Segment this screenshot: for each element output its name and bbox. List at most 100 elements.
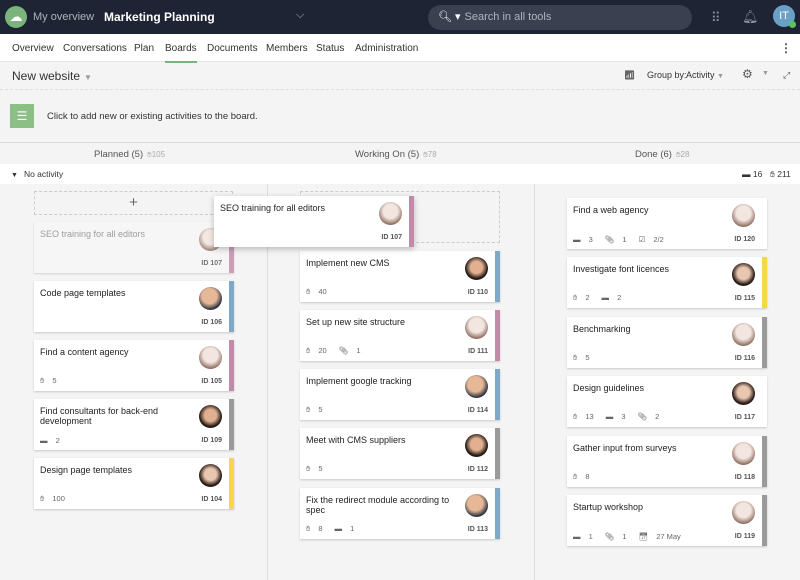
badge-value: 1 [622,235,627,244]
gear-icon[interactable]: ⚙ [742,67,753,81]
badge-value: 5 [318,405,323,414]
swimlane-toggle[interactable]: ▼ No activity [11,169,63,179]
tab-overview[interactable]: Overview [12,43,54,54]
assignee-avatar[interactable] [199,287,222,310]
card-id: ID 106 [201,319,222,326]
badge-value: 40 [318,287,327,296]
tab-administration[interactable]: Administration [355,43,418,54]
assignee-avatar[interactable] [465,375,488,398]
card-badges: ✋︎ 13 ▬ 3 📎︎ 2 [573,412,671,422]
badge-value: 20 [318,346,327,355]
board-card[interactable]: Find consultants for back-end developmen… [34,399,234,450]
app-logo-icon[interactable]: ☁ [5,6,27,28]
board-card[interactable]: Implement google tracking ID 114 ✋︎ 5 [300,369,500,420]
add-activity-icon[interactable]: ☰ [10,104,34,128]
badge-value: 2 [55,436,60,445]
search-input[interactable]: 🔍︎ ▾ Search in all tools [428,5,692,30]
board-card[interactable]: Investigate font licences ID 115 ✋︎ 2 ▬ 2 [567,257,767,308]
attachment-icon: 📎︎ [637,412,648,421]
tab-documents[interactable]: Documents [207,43,258,54]
card-badges: ✋︎ 40 [306,287,339,297]
card-id: ID 111 [468,348,488,355]
assignee-avatar[interactable] [465,434,488,457]
assignee-avatar[interactable] [732,323,755,346]
more-vertical-icon[interactable]: ⋮ [780,41,792,55]
card-badges: ✋︎ 5 [306,405,335,415]
my-overview-link[interactable]: My overview [33,11,94,23]
board-card[interactable]: Find a web agency ID 120 ▬ 3 📎︎ 1 ☑︎ 2/2 [567,198,767,249]
add-card-button[interactable]: + [34,191,233,215]
badge-value: 100 [52,494,65,503]
user-avatar[interactable]: IT [773,5,796,28]
card-title: Gather input from surveys [573,443,677,453]
card-title: Investigate font licences [573,264,670,274]
assignee-avatar[interactable] [379,202,402,225]
assignee-avatar[interactable] [732,442,755,465]
chart-icon[interactable]: 📶︎ [624,70,635,81]
badge-value: 2 [617,293,622,302]
tab-conversations[interactable]: Conversations [63,43,127,54]
board-card[interactable]: SEO training for all editors ID 107 [34,222,234,273]
assignee-avatar[interactable] [199,346,222,369]
like-icon: ✋︎ [306,346,311,355]
project-title[interactable]: Marketing Planning [104,10,215,24]
card-title: Design page templates [40,465,133,475]
board-card[interactable]: Set up new site structure ID 111 ✋︎ 20 📎︎ 1 [300,310,500,361]
assignee-avatar[interactable] [465,316,488,339]
comment-icon: ▬ [573,532,581,541]
board-card[interactable]: Fix the redirect module according to spe… [300,488,500,539]
board-card[interactable]: Gather input from surveys ID 118 ✋︎ 8 [567,436,767,487]
assignee-avatar[interactable] [199,464,222,487]
card-id: ID 107 [381,234,402,241]
project-chevron-down-icon[interactable]: ⌵ [296,9,304,22]
label-stripe [229,340,234,391]
comment-icon: ▬ [605,412,614,421]
assignee-avatar[interactable] [732,501,755,524]
board-card[interactable]: Meet with CMS suppliers ID 112 ✋︎ 5 [300,428,500,479]
tab-status[interactable]: Status [316,43,344,54]
label-stripe [762,257,767,308]
badge-value: 27 May [656,532,681,541]
caret-down-icon[interactable]: ▼ [762,70,769,77]
tab-plan[interactable]: Plan [134,43,154,54]
caret-down-icon: ▼ [84,73,92,82]
dragged-card[interactable]: SEO training for all editors ID 107 [214,196,414,247]
board-card[interactable]: Design page templates ID 104 ✋︎ 100 [34,458,234,509]
assignee-avatar[interactable] [465,257,488,280]
badge-value: 5 [52,376,57,385]
banner-text[interactable]: Click to add new or existing activities … [47,111,258,122]
board-card[interactable]: Benchmarking ID 116 ✋︎ 5 [567,317,767,368]
board-selector[interactable]: New website ▼ [12,69,92,83]
project-nav: Overview Conversations Plan Boards Docum… [0,34,800,63]
column-likes: 105 [151,150,166,159]
badge-attachment: 📎︎ 1 [605,235,633,244]
expand-icon[interactable]: ⤢ [783,70,790,81]
assignee-avatar[interactable] [199,405,222,428]
like-icon: ✋︎ [306,524,311,533]
badge-calendar: 📅︎ 27 May [639,532,687,541]
assignee-avatar[interactable] [465,494,488,517]
group-by-select[interactable]: Activity ▼ [686,70,724,80]
badge-like: ✋︎ 8 [573,472,596,481]
board-card[interactable]: Code page templates ID 106 [34,281,234,332]
board-card[interactable]: Design guidelines ID 117 ✋︎ 13 ▬ 3 📎︎ 2 [567,376,767,427]
card-id: ID 114 [467,407,488,414]
tab-boards[interactable]: Boards [165,43,197,63]
board-card[interactable]: Startup workshop ID 119 ▬ 1 📎︎ 1 📅︎ 27 May [567,495,767,546]
swimlane-header[interactable]: ▼ No activity ▬ 16 ✋︎ 211 [0,164,800,184]
notifications-bell-icon[interactable]: 🔔︎ [742,9,759,25]
apps-grid-icon[interactable]: ⠿ [711,10,721,26]
assignee-avatar[interactable] [732,382,755,405]
assignee-avatar[interactable] [732,204,755,227]
attachment-icon: 📎︎ [338,346,349,355]
attachment-icon: 📎︎ [604,235,615,244]
card-count: 16 [752,169,763,179]
assignee-avatar[interactable] [732,263,755,286]
card-id: ID 120 [734,236,755,243]
board-card[interactable]: Implement new CMS ID 110 ✋︎ 40 [300,251,500,302]
tab-members[interactable]: Members [266,43,308,54]
board-card[interactable]: Find a content agency ID 105 ✋︎ 5 [34,340,234,391]
group-by-label: Group by: [647,70,687,80]
online-status-icon [789,21,796,28]
label-stripe [762,436,767,487]
